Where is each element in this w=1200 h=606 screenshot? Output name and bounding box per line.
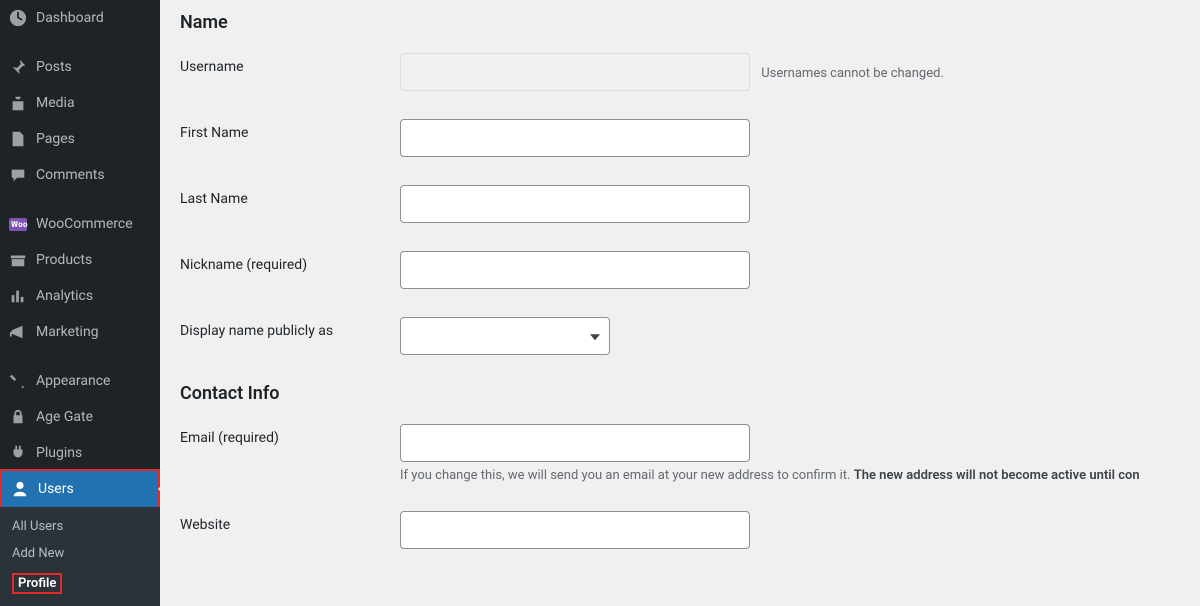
menu-separator	[0, 36, 160, 49]
highlight-profile: Profile	[12, 573, 62, 594]
admin-sidebar: Dashboard Posts Media Pages Comments Woo…	[0, 0, 160, 574]
display-name-label: Display name publicly as	[180, 317, 400, 339]
website-label: Website	[180, 511, 400, 533]
sidebar-item-media[interactable]: Media	[0, 85, 160, 121]
sidebar-label: Posts	[36, 59, 72, 75]
row-first-name: First Name	[180, 119, 1180, 157]
row-last-name: Last Name	[180, 185, 1180, 223]
last-name-label: Last Name	[180, 185, 400, 207]
sidebar-label: Media	[36, 95, 75, 111]
username-hint: Usernames cannot be changed.	[761, 66, 944, 81]
sidebar-label: Users	[38, 481, 74, 497]
username-label: Username	[180, 53, 400, 75]
lock-icon	[8, 407, 28, 427]
analytics-icon	[8, 286, 28, 306]
email-label: Email (required)	[180, 424, 400, 446]
comments-icon	[8, 165, 28, 185]
website-input[interactable]	[400, 511, 750, 549]
sidebar-label: Plugins	[36, 445, 82, 461]
sidebar-item-posts[interactable]: Posts	[0, 49, 160, 85]
sidebar-label: Products	[36, 252, 92, 268]
email-input[interactable]	[400, 424, 750, 462]
row-username: Username Usernames cannot be changed.	[180, 53, 1180, 91]
sidebar-item-dashboard[interactable]: Dashboard	[0, 0, 160, 36]
users-submenu: All Users Add New Profile	[0, 507, 160, 606]
sidebar-label: Marketing	[36, 324, 99, 340]
sidebar-label: Dashboard	[36, 10, 104, 26]
users-icon	[10, 479, 30, 499]
marketing-icon	[8, 322, 28, 342]
media-icon	[8, 93, 28, 113]
dashboard-icon	[8, 8, 28, 28]
menu-separator	[0, 350, 160, 363]
sidebar-item-analytics[interactable]: Analytics	[0, 278, 160, 314]
products-icon	[8, 250, 28, 270]
appearance-icon	[8, 371, 28, 391]
display-name-select[interactable]	[400, 317, 610, 355]
sidebar-label: Comments	[36, 167, 105, 183]
email-description: If you change this, we will send you an …	[400, 468, 1180, 483]
section-heading-name: Name	[180, 12, 1180, 33]
sidebar-item-plugins[interactable]: Plugins	[0, 435, 160, 471]
last-name-input[interactable]	[400, 185, 750, 223]
sidebar-label: Analytics	[36, 288, 93, 304]
sidebar-label: Age Gate	[36, 409, 93, 425]
row-display-name: Display name publicly as	[180, 317, 1180, 355]
sidebar-item-products[interactable]: Products	[0, 242, 160, 278]
first-name-label: First Name	[180, 119, 400, 141]
sidebar-label: WooCommerce	[36, 216, 133, 232]
row-website: Website	[180, 511, 1180, 549]
first-name-input[interactable]	[400, 119, 750, 157]
sidebar-item-pages[interactable]: Pages	[0, 121, 160, 157]
plugins-icon	[8, 443, 28, 463]
submenu-item-add-new[interactable]: Add New	[0, 540, 160, 567]
sidebar-item-appearance[interactable]: Appearance	[0, 363, 160, 399]
highlight-users: Users	[0, 469, 160, 509]
submenu-item-profile[interactable]: Profile	[0, 567, 160, 600]
sidebar-label: Pages	[36, 131, 75, 147]
sidebar-item-comments[interactable]: Comments	[0, 157, 160, 193]
sidebar-item-woocommerce[interactable]: Woo WooCommerce	[0, 206, 160, 242]
row-nickname: Nickname (required)	[180, 251, 1180, 289]
nickname-label: Nickname (required)	[180, 251, 400, 273]
username-input	[400, 53, 750, 91]
section-heading-contact: Contact Info	[180, 383, 1180, 404]
pages-icon	[8, 129, 28, 149]
pin-icon	[8, 57, 28, 77]
row-email: Email (required) If you change this, we …	[180, 424, 1180, 483]
menu-separator	[0, 193, 160, 206]
sidebar-item-marketing[interactable]: Marketing	[0, 314, 160, 350]
content-area: Name Username Usernames cannot be change…	[160, 0, 1200, 574]
sidebar-item-users[interactable]: Users	[2, 471, 158, 507]
woocommerce-icon: Woo	[8, 214, 28, 234]
nickname-input[interactable]	[400, 251, 750, 289]
submenu-item-all-users[interactable]: All Users	[0, 513, 160, 540]
sidebar-item-age-gate[interactable]: Age Gate	[0, 399, 160, 435]
sidebar-label: Appearance	[36, 373, 110, 389]
